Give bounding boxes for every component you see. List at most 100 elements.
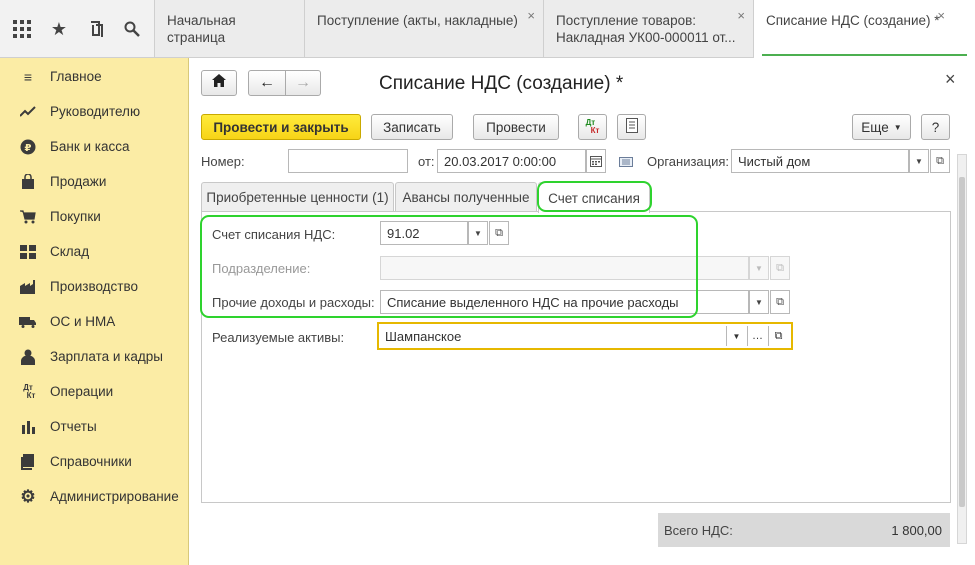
tab-acquired-values[interactable]: Приобретенные ценности (1) [201, 182, 394, 212]
open-icon[interactable]: ⧉ [770, 256, 790, 280]
help-button[interactable]: ? [921, 114, 950, 140]
search-icon[interactable] [118, 12, 146, 46]
tab-receipts[interactable]: Поступление (акты, накладные) × [304, 0, 543, 57]
sidebar-item-reports[interactable]: Отчеты [0, 409, 189, 444]
tab-label-line2: Накладная УК00-000011 от... [556, 30, 736, 45]
bar-chart-icon [19, 418, 37, 436]
scrollbar-thumb[interactable] [959, 177, 965, 507]
warehouse-icon [19, 243, 37, 261]
trend-icon [19, 103, 37, 121]
sidebar-item-purchases[interactable]: Покупки [0, 199, 189, 234]
print-button[interactable] [617, 114, 646, 140]
ellipsis-icon[interactable]: … [747, 326, 767, 346]
cart-icon [19, 208, 37, 226]
number-label: Номер: [201, 154, 245, 169]
organization-field[interactable]: Чистый дом [731, 149, 909, 173]
open-icon[interactable]: ⧉ [770, 290, 790, 314]
page-title: Списание НДС (создание) * [379, 73, 624, 94]
date-field[interactable]: 20.03.2017 0:00:00 [437, 149, 586, 173]
tab-label: Начальная страница [167, 13, 236, 45]
sidebar-item-label: ОС и НМА [50, 314, 116, 329]
sidebar-item-salary[interactable]: Зарплата и кадры [0, 339, 189, 374]
chevron-down-icon[interactable]: ▼ [749, 256, 769, 280]
tab-home[interactable]: Начальная страница [154, 0, 304, 57]
tab-label-line1: Поступление товаров: [556, 13, 697, 28]
chevron-down-icon[interactable]: ▼ [909, 149, 929, 173]
apps-grid-icon[interactable] [8, 12, 36, 46]
sidebar-item-label: Склад [50, 244, 90, 259]
sidebar: ≡ Главное Руководителю ₽ Банк и касса Пр… [0, 58, 189, 565]
back-arrow-icon: ← [259, 74, 275, 91]
open-icon[interactable]: ⧉ [930, 149, 950, 173]
bag-icon [19, 173, 37, 191]
post-button[interactable]: Провести [473, 114, 559, 140]
svg-text:₽: ₽ [25, 143, 32, 154]
dt-kt-icon: Дт Кт [19, 383, 37, 401]
chevron-down-icon[interactable]: ▼ [749, 290, 769, 314]
close-form-icon[interactable]: × [945, 69, 956, 90]
list-icon[interactable] [619, 155, 633, 170]
star-icon[interactable]: ★ [45, 12, 73, 46]
sidebar-item-operations[interactable]: Дт Кт Операции [0, 374, 189, 409]
sidebar-item-label: Главное [50, 69, 102, 84]
history-icon[interactable] [82, 12, 110, 46]
chevron-down-icon[interactable]: ▼ [726, 326, 746, 346]
close-icon[interactable]: × [737, 7, 745, 24]
sidebar-item-label: Отчеты [50, 419, 97, 434]
home-icon [212, 74, 226, 92]
sidebar-item-label: Администрирование [50, 489, 179, 504]
open-icon[interactable]: ⧉ [768, 326, 788, 346]
sidebar-item-production[interactable]: Производство [0, 269, 189, 304]
close-icon[interactable]: × [527, 7, 535, 24]
gear-icon: ⚙ [20, 486, 36, 506]
form-area: ← → Списание НДС (создание) * × Провести… [190, 58, 975, 565]
kt-label: Кт [26, 390, 36, 400]
back-button[interactable]: ← [248, 70, 286, 96]
sidebar-item-references[interactable]: Справочники [0, 444, 189, 479]
tab-advances[interactable]: Авансы полученные [395, 182, 537, 212]
sidebar-item-assets[interactable]: ОС и НМА [0, 304, 189, 339]
sidebar-item-label: Продажи [50, 174, 107, 189]
dt-kt-button[interactable]: Дт Кт [578, 114, 607, 140]
sidebar-item-label: Производство [50, 279, 139, 294]
kt-label: Кт [590, 126, 600, 135]
close-icon[interactable]: × [937, 7, 945, 24]
person-icon [19, 348, 37, 366]
sidebar-item-manager[interactable]: Руководителю [0, 94, 189, 129]
sold-assets-label: Реализуемые активы: [212, 330, 345, 345]
sidebar-item-sales[interactable]: Продажи [0, 164, 189, 199]
factory-icon [19, 278, 37, 296]
sidebar-item-label: Руководителю [50, 104, 141, 119]
truck-icon [19, 313, 37, 331]
tab-label: Поступление (акты, накладные) [317, 13, 518, 28]
number-field[interactable] [288, 149, 408, 173]
tab-vat-writeoff[interactable]: Списание НДС (создание) * × [753, 0, 975, 58]
forward-button[interactable]: → [285, 70, 321, 96]
dt-kt-icon: Дт Кт [586, 119, 600, 135]
highlight-account-section [200, 215, 698, 318]
home-button[interactable] [201, 70, 237, 96]
ruble-icon: ₽ [19, 138, 37, 156]
save-button[interactable]: Записать [371, 114, 453, 140]
more-label: Еще [861, 119, 889, 135]
organization-label: Организация: [647, 154, 730, 169]
chevron-down-icon: ▼ [893, 122, 902, 132]
sidebar-item-bank[interactable]: ₽ Банк и касса [0, 129, 189, 164]
sidebar-item-warehouse[interactable]: Склад [0, 234, 189, 269]
sidebar-item-main[interactable]: ≡ Главное [0, 59, 189, 94]
menu-lines-icon: ≡ [23, 68, 33, 85]
sidebar-item-admin[interactable]: ⚙ Администрирование [0, 479, 189, 514]
tab-label: Списание НДС (создание) * [766, 13, 940, 28]
more-button[interactable]: Еще ▼ [852, 114, 911, 140]
date-label: от: [418, 154, 435, 169]
total-vat-value: 1 800,00 [891, 523, 942, 538]
calendar-icon[interactable] [586, 149, 606, 173]
total-vat-label: Всего НДС: [664, 523, 733, 538]
forward-arrow-icon: → [295, 74, 311, 91]
sidebar-item-label: Покупки [50, 209, 101, 224]
scrollbar[interactable] [957, 154, 967, 544]
sold-assets-buttons: ▼ … ⧉ [726, 322, 793, 350]
sold-assets-field[interactable]: Шампанское [377, 322, 726, 350]
post-and-close-button[interactable]: Провести и закрыть [201, 114, 361, 140]
tab-goods-receipt[interactable]: Поступление товаров: Накладная УК00-0000… [543, 0, 753, 57]
